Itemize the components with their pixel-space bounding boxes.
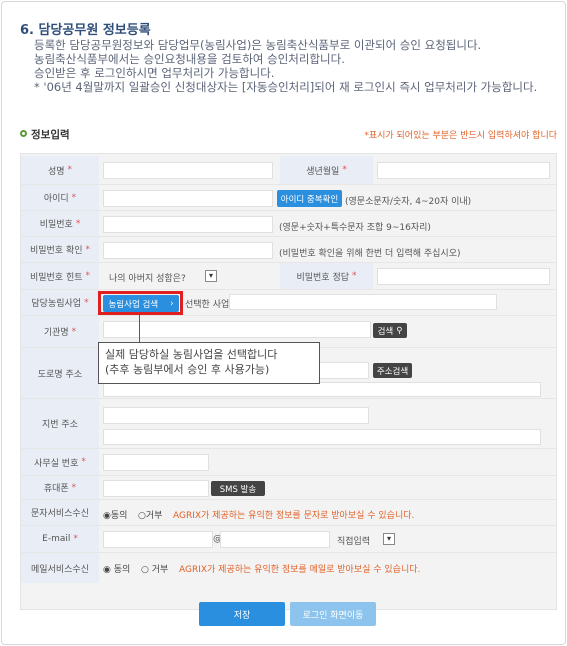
form-row-name: 성명 * 생년월일 * — [21, 156, 556, 185]
password-hint-label: 비밀번호 힌트 * — [21, 263, 99, 289]
mail-notice: AGRIX가 제공하는 유익한 정보를 메일로 받아보실 수 있습니다. — [179, 565, 421, 575]
birth-input[interactable] — [377, 162, 550, 179]
lot-address-label: 지번 주소 — [21, 399, 99, 448]
email-id-input[interactable] — [103, 531, 213, 548]
name-input[interactable] — [103, 162, 273, 179]
password-confirm-label: 비밀번호 확인 * — [21, 237, 99, 262]
form-row-mail-service: 메일서비스수신 ◉ 동의 ○ 거부 AGRIX가 제공하는 유익한 정보를 메일… — [21, 553, 556, 583]
form-row-sms-service: 문자서비스수신 ◉동의 ○거부 AGRIX가 제공하는 유익한 정보를 문자로 … — [21, 500, 556, 526]
address-search-button[interactable]: 주소검색 — [373, 363, 412, 378]
callout-box: 실제 담당하실 농림사업을 선택합니다 (추후 농림부에서 승인 후 사용가능) — [98, 342, 320, 384]
section-title: 6. 담당공무원 정보등록 — [20, 23, 151, 38]
form-row-password-hint: 비밀번호 힌트 * 나의 아버지 성함은? ▾ 비밀번호 정답 * — [21, 263, 556, 290]
intro-line: 승인받은 후 로그인하시면 업무처리가 가능합니다. — [34, 66, 275, 80]
id-hint: (영문소문자/숫자, 4~20자 이내) — [345, 197, 472, 207]
callout-connector — [139, 315, 140, 342]
email-domain-select[interactable]: 직접입력 — [337, 534, 370, 547]
form-row-office-phone: 사무실 번호 * — [21, 449, 556, 476]
form-title: 정보입력 — [31, 129, 70, 141]
office-phone-input[interactable] — [103, 454, 209, 471]
intro-line: 농림축산식품부에서는 승인요청내용을 검토하여 승인처리합니다. — [34, 52, 345, 66]
birth-label: 생년월일 * — [280, 156, 373, 184]
project-label: 담당농림사업 * — [21, 290, 99, 315]
password-hint: (영문+숫자+특수문자 조합 9~16자리) — [279, 223, 431, 233]
lot-address-input[interactable] — [103, 429, 541, 445]
form-row-password-confirm: 비밀번호 확인 * (비밀번호 확인을 위해 한번 더 입력해 주십시오) — [21, 237, 556, 263]
intro-note: * '06년 4월말까지 일괄승인 신청대상자는 [자동승인처리]되어 재 로그… — [34, 80, 538, 94]
intro-text: 등록한 담당공무원정보와 담당업무(농림사업)은 농림축산식품부로 이관되어 승… — [34, 38, 554, 94]
mail-agree-radio[interactable]: ◉ 동의 — [103, 562, 130, 575]
intro-line: 등록한 담당공무원정보와 담당업무(농림사업)은 농림축산식품부로 이관되어 승… — [34, 38, 482, 52]
hint-answer-label: 비밀번호 정답 * — [280, 263, 373, 289]
id-label: 아이디 * — [21, 185, 99, 210]
form-header: 정보입력 *표시가 되어있는 부분은 반드시 입력하셔야 합니다 — [20, 127, 557, 143]
name-label: 성명 * — [21, 156, 99, 184]
password-input[interactable] — [103, 216, 273, 233]
email-label: E-mail * — [21, 526, 99, 552]
hint-answer-input[interactable] — [377, 268, 550, 285]
id-check-button[interactable]: 아이디 중복확인 — [277, 190, 342, 207]
id-input[interactable] — [103, 190, 273, 207]
form-row-mobile: 휴대폰 * SMS 발송 — [21, 476, 556, 500]
agency-label: 기관명 * — [21, 316, 99, 347]
sms-disagree-radio[interactable]: ○거부 — [138, 508, 162, 521]
sms-service-label: 문자서비스수신 — [21, 500, 99, 525]
callout-line-2: (추후 농림부에서 승인 후 사용가능) — [105, 363, 270, 376]
form-row-email: E-mail * @ 직접입력 ▾ — [21, 526, 556, 553]
agency-search-button[interactable]: 검색 ⚲ — [373, 323, 407, 338]
chevron-down-icon[interactable]: ▾ — [383, 533, 395, 545]
form-row-lot-address: 지번 주소 — [21, 399, 556, 449]
form-row-id: 아이디 * 아이디 중복확인 (영문소문자/숫자, 4~20자 이내) — [21, 185, 556, 211]
password-label: 비밀번호 * — [21, 211, 99, 236]
project-search-highlight — [98, 291, 183, 315]
mobile-input[interactable] — [103, 480, 209, 497]
project-selected-label: 선택한 사업 : — [185, 300, 236, 310]
mail-disagree-radio[interactable]: ○ 거부 — [141, 562, 168, 575]
sms-agree-radio[interactable]: ◉동의 — [103, 508, 127, 521]
chevron-down-icon[interactable]: ▾ — [205, 270, 217, 282]
email-domain-input[interactable] — [220, 531, 330, 548]
form-row-password: 비밀번호 * (영문+숫자+특수문자 조합 9~16자리) — [21, 211, 556, 237]
required-note: *표시가 되어있는 부분은 반드시 입력하셔야 합니다 — [364, 131, 557, 141]
circle-bullet-icon — [20, 130, 27, 137]
password-confirm-input[interactable] — [103, 242, 273, 259]
road-address-input[interactable] — [103, 382, 541, 397]
sms-send-button[interactable]: SMS 발송 — [211, 481, 265, 496]
search-icon: ⚲ — [396, 325, 403, 336]
save-button[interactable]: 저장 — [199, 602, 285, 626]
password-confirm-hint: (비밀번호 확인을 위해 한번 더 입력해 주십시오) — [279, 249, 461, 259]
mail-service-label: 메일서비스수신 — [21, 553, 99, 583]
road-address-label: 도로명 주소 — [21, 348, 99, 398]
callout-line-1: 실제 담당하실 농림사업을 선택합니다 — [105, 348, 278, 361]
lot-zip-input[interactable] — [103, 407, 369, 424]
hint-question-select[interactable]: 나의 아버지 성함은? — [109, 271, 186, 284]
project-selected-value — [229, 294, 497, 310]
sms-notice: AGRIX가 제공하는 유익한 정보를 문자로 받아보실 수 있습니다. — [173, 511, 415, 521]
office-phone-label: 사무실 번호 * — [21, 449, 99, 475]
agency-input[interactable] — [103, 321, 371, 338]
mobile-label: 휴대폰 * — [21, 476, 99, 499]
login-screen-button[interactable]: 로그인 화면이동 — [290, 602, 376, 626]
